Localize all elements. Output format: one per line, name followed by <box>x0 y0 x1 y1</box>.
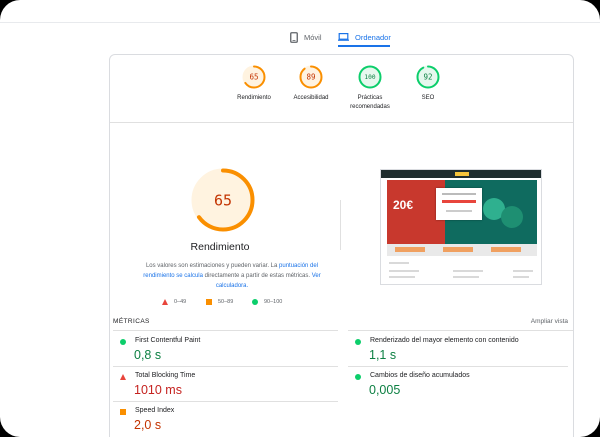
vertical-divider <box>340 200 341 250</box>
thumb-header <box>381 170 541 178</box>
thumb-row <box>389 276 415 278</box>
pass-circle-icon <box>355 374 361 380</box>
metrics-header: MÉTRICAS Ampliar vista <box>113 318 568 330</box>
thumb-coin <box>501 206 523 228</box>
metric-value: 1010 ms <box>134 383 182 397</box>
legend-good: 90–100 <box>252 299 282 305</box>
thumb-row <box>389 270 419 272</box>
metric-name: Total Blocking Time <box>135 372 196 379</box>
active-tab-indicator <box>338 45 390 47</box>
metric-value: 2,0 s <box>134 418 162 432</box>
gauge-score: 65 <box>214 191 232 209</box>
device-tabs: Móvil Ordenador <box>0 26 600 48</box>
pass-circle-icon <box>355 339 361 345</box>
laptop-icon <box>338 33 349 41</box>
gauge-label: SEO <box>421 95 435 101</box>
gauge-score: 65 <box>249 73 258 82</box>
thumb-row <box>389 262 409 264</box>
gauge-score: 89 <box>306 73 315 82</box>
metric-name: Cambios de diseño acumulados <box>370 372 470 379</box>
performance-description: Los valores son estimaciones y pueden va… <box>143 263 321 289</box>
thumb-row <box>513 270 533 272</box>
performance-title: Rendimiento <box>190 241 250 253</box>
top-divider <box>0 22 600 23</box>
tab-mobile[interactable]: Móvil <box>290 26 322 48</box>
thumb-hero-text: 20€ <box>393 198 414 212</box>
metric-name: First Contentful Paint <box>135 337 201 344</box>
thumb-modal-button <box>442 200 476 203</box>
square-icon <box>206 299 212 305</box>
page-screenshot-thumbnail[interactable]: 20€ <box>380 169 542 285</box>
pass-circle-icon <box>120 339 126 345</box>
circle-icon <box>252 299 258 305</box>
tab-mobile-label: Móvil <box>304 32 322 42</box>
metric-speed-index: Speed Index 2,0 s <box>113 401 333 436</box>
score-gauges: 65 Rendimiento 89 Accesibilidad 100 Prác… <box>110 65 573 120</box>
metric-lcp: Renderizado del mayor elemento con conte… <box>348 331 568 366</box>
gauge-ring: 92 <box>416 65 440 89</box>
metric-tbt: Total Blocking Time 1010 ms <box>113 366 333 401</box>
tab-desktop-label: Ordenador <box>355 32 391 42</box>
thumb-modal-line <box>446 210 472 212</box>
thumb-strip-button <box>491 247 521 252</box>
thumb-cookie-modal <box>436 188 482 220</box>
expand-view-toggle[interactable]: Ampliar vista <box>531 318 568 325</box>
metric-cls: Cambios de diseño acumulados 0,005 <box>348 366 568 401</box>
legend-poor: 0–49 <box>162 299 186 305</box>
metric-value: 0,005 <box>369 383 401 397</box>
metrics-heading: MÉTRICAS <box>113 318 150 325</box>
score-legend: 0–49 50–89 90–100 <box>158 299 338 309</box>
metric-name: Speed Index <box>135 407 175 414</box>
metric-value: 1,1 s <box>369 348 397 362</box>
thumb-row <box>453 270 483 272</box>
gauge-ring: 89 <box>299 65 323 89</box>
metric-name: Renderizado del mayor elemento con conte… <box>370 337 519 344</box>
gauge-ring: 65 <box>242 65 266 89</box>
gauges-divider <box>110 122 573 123</box>
performance-gauge: 65 <box>191 168 255 232</box>
metric-fcp: First Contentful Paint 0,8 s <box>113 331 333 366</box>
gauge-ring: 100 <box>358 65 382 89</box>
thumb-modal-line <box>442 193 476 195</box>
report-card: 65 Rendimiento 89 Accesibilidad 100 Prác… <box>109 54 574 437</box>
thumb-strip-button <box>443 247 473 252</box>
thumb-strip-button <box>395 247 425 252</box>
thumb-logo <box>455 172 469 176</box>
pagespeed-report: Móvil Ordenador 65 Rendimiento 89 Accesi… <box>0 0 600 437</box>
thumb-strip <box>387 244 537 256</box>
average-square-icon <box>120 409 126 415</box>
gauge-score: 92 <box>423 73 432 82</box>
fail-triangle-icon <box>120 374 126 380</box>
gauge-score: 100 <box>364 74 375 81</box>
legend-average: 50–89 <box>206 299 233 305</box>
triangle-icon <box>162 299 168 305</box>
thumb-row <box>513 276 529 278</box>
thumb-row <box>453 276 479 278</box>
thumb-content-rows <box>387 260 537 284</box>
smartphone-icon <box>290 31 298 43</box>
metric-value: 0,8 s <box>134 348 162 362</box>
gauge-seo[interactable]: 92 SEO <box>393 65 463 103</box>
